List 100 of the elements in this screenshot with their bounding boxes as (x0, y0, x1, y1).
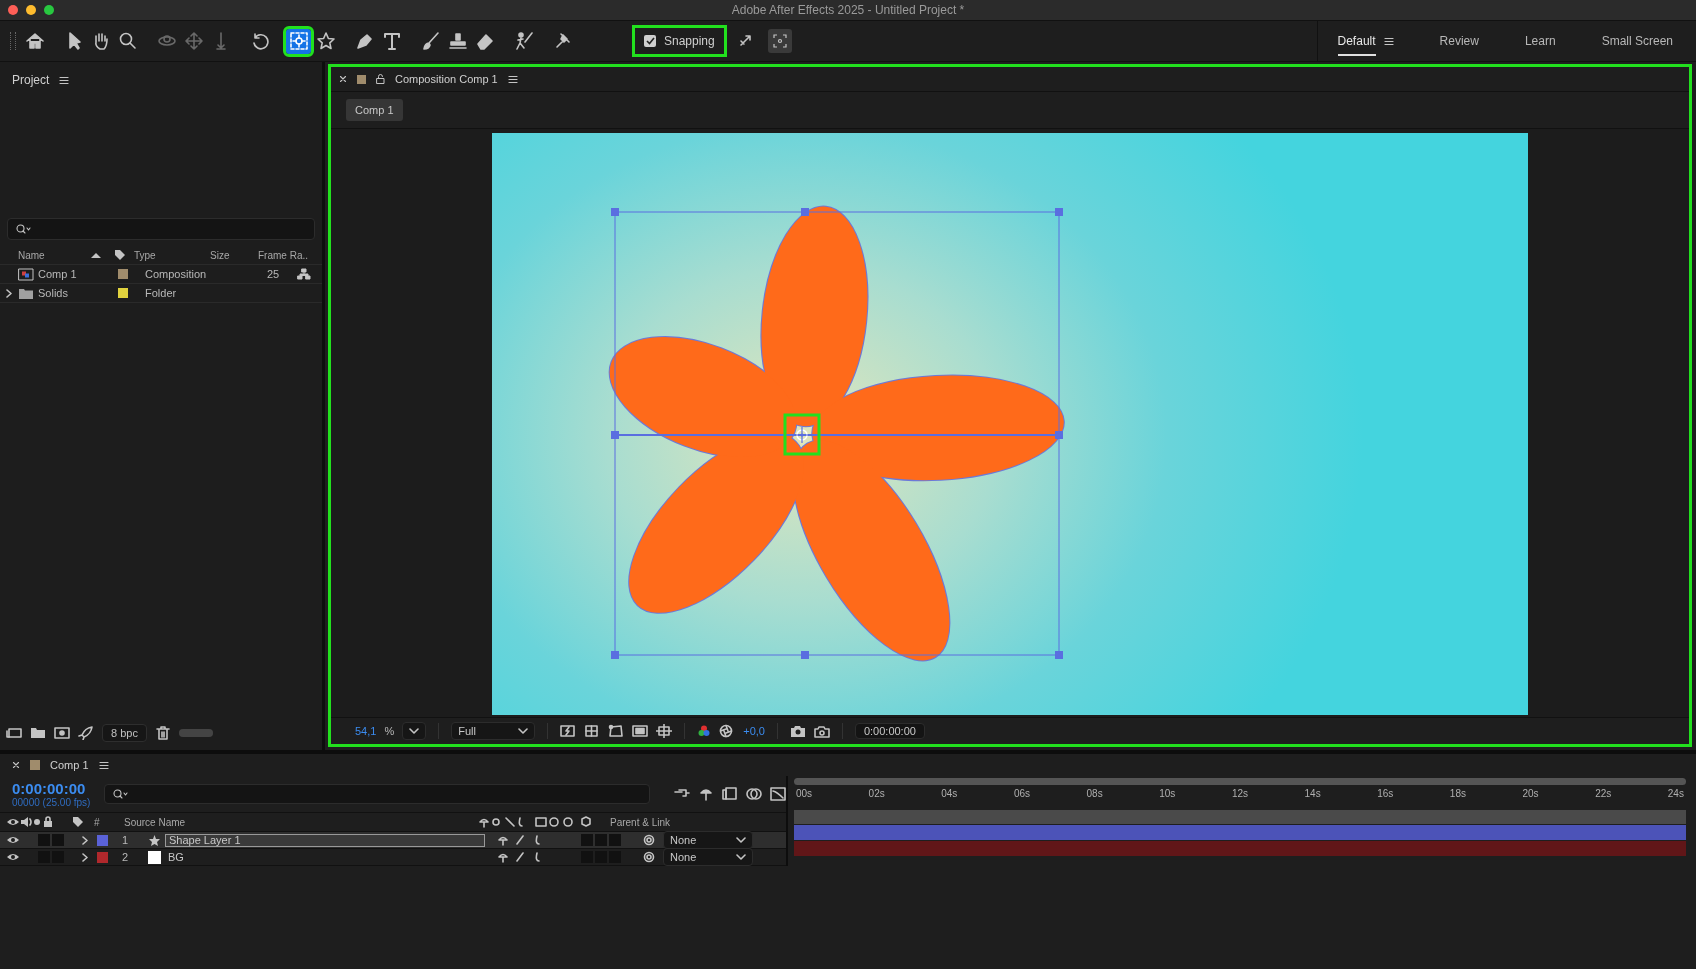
new-composition-icon[interactable] (54, 726, 70, 740)
time-ruler-label: 14s (1303, 788, 1322, 799)
time-ruler-label: 10s (1158, 788, 1177, 799)
layer-number: 1 (122, 834, 130, 846)
label-color-swatch[interactable] (97, 834, 108, 846)
fast-preview-icon[interactable] (560, 724, 577, 738)
time-ruler-label: 24s (1666, 788, 1685, 799)
switch-box[interactable] (609, 834, 621, 846)
draft-3d-icon[interactable] (698, 787, 714, 801)
zoom-value[interactable]: 54,1 (355, 725, 377, 737)
timecode-field[interactable]: 0:00:00:00 (854, 723, 925, 739)
menu-icon[interactable] (507, 74, 518, 84)
time-ruler-label: 00s (794, 788, 814, 799)
frame-blending-icon[interactable] (722, 787, 738, 801)
tool-button[interactable] (286, 28, 311, 54)
menu-icon[interactable] (59, 75, 70, 85)
mask-path-icon[interactable] (608, 724, 625, 738)
layer-row[interactable]: 2 BG None (0, 849, 786, 866)
switch-box[interactable] (581, 834, 593, 846)
comp-breadcrumb[interactable]: Comp 1 (346, 99, 403, 121)
column-header[interactable]: Parent & Link (610, 816, 671, 828)
interpret-footage-icon[interactable] (6, 726, 22, 740)
layer-name[interactable]: BG (165, 850, 485, 864)
transparency-grid-icon[interactable] (584, 724, 601, 738)
camera-icon[interactable] (789, 724, 806, 738)
guides-icon[interactable] (656, 724, 673, 738)
resolution-dropdown[interactable]: Full (451, 722, 536, 740)
lock-icon[interactable] (42, 816, 54, 828)
rocket-icon[interactable] (78, 726, 94, 740)
folder-icon[interactable] (30, 726, 46, 740)
region-of-interest-icon[interactable] (632, 724, 649, 738)
item-name[interactable]: Solids (34, 287, 118, 299)
switch-box[interactable] (595, 834, 607, 846)
search-field[interactable] (7, 218, 315, 240)
check-icon (645, 37, 655, 45)
trash-icon[interactable] (154, 726, 171, 740)
current-time-display[interactable]: 0:00:00:00 (12, 780, 91, 797)
show-snapshot-icon[interactable] (813, 724, 830, 738)
color-channels-icon[interactable] (697, 724, 712, 738)
label-color-swatch[interactable] (118, 269, 128, 279)
switch-box[interactable] (38, 834, 50, 846)
menu-icon[interactable] (1383, 36, 1394, 46)
column-header[interactable]: Source Name (124, 816, 478, 828)
close-icon[interactable] (12, 761, 20, 769)
layer-row[interactable]: 1 Shape Layer 1 None (0, 832, 786, 849)
column-header[interactable]: Name (18, 249, 90, 261)
tag-icon (72, 816, 84, 828)
solo-dot-icon[interactable] (32, 817, 42, 827)
zoom-dropdown[interactable] (402, 722, 427, 740)
column-header[interactable]: Type (134, 249, 210, 261)
chevron-right-icon[interactable] (6, 288, 12, 298)
eye-icon[interactable] (6, 835, 20, 845)
graph-editor-icon[interactable] (770, 787, 786, 801)
solid-swatch (148, 850, 161, 864)
caret-down-icon (736, 854, 746, 860)
workspace-tab[interactable]: Small Screen (1578, 26, 1696, 56)
workspace-tab[interactable]: Review (1416, 26, 1502, 56)
workspace-tab[interactable]: Learn (1501, 26, 1579, 56)
motion-blur-icon[interactable] (746, 787, 762, 801)
snapping-checkbox[interactable]: Snapping (635, 28, 724, 54)
workspace-tab[interactable]: Default (1337, 26, 1376, 56)
thumbnail-size-slider[interactable] (178, 729, 213, 737)
anchor-point-icon[interactable] (793, 426, 811, 444)
eye-icon[interactable] (6, 852, 20, 862)
column-header[interactable]: Frame Ra.. (258, 249, 308, 261)
search-icon (16, 224, 32, 234)
folder-icon (18, 286, 34, 300)
column-header[interactable]: Size (210, 249, 258, 261)
bit-depth-button[interactable]: 8 bpc (102, 724, 147, 742)
exposure-value[interactable]: +0,0 (743, 725, 765, 737)
lock-icon[interactable] (376, 74, 385, 84)
pick-whip-icon[interactable] (643, 851, 655, 863)
panel-title: Composition Comp 1 (395, 73, 498, 85)
column-header: # (94, 816, 101, 828)
caret-down-icon (409, 728, 420, 734)
item-name[interactable]: Comp 1 (34, 268, 118, 280)
speaker-icon[interactable] (20, 816, 32, 828)
layer-name[interactable]: Shape Layer 1 (165, 833, 485, 847)
caret-down-icon (518, 728, 529, 734)
snap-target-button[interactable] (767, 29, 792, 53)
item-frame-rate: 25 (267, 268, 281, 280)
pick-whip-icon[interactable] (643, 834, 655, 846)
time-ruler[interactable]: 00s 02s 04s 06s 08s 10s 12s 14s 16s 18s 20s 22s 24s (794, 776, 1686, 810)
frame-info: 00000 (25.00 fps) (12, 797, 91, 808)
stamp-icon (446, 30, 469, 52)
label-color-swatch[interactable] (97, 851, 108, 863)
switch-box[interactable] (52, 834, 64, 846)
label-color-swatch[interactable] (118, 288, 128, 298)
parent-dropdown[interactable]: None (663, 848, 753, 866)
menu-icon[interactable] (98, 760, 109, 770)
snap-arrow-icon[interactable] (737, 33, 754, 49)
time-ruler-label: 20s (1521, 788, 1540, 799)
close-icon[interactable] (339, 75, 347, 83)
item-type: Composition (145, 268, 208, 280)
search-field[interactable] (104, 784, 650, 804)
flowchart-icon[interactable] (297, 268, 311, 280)
composition-icon (18, 267, 34, 281)
time-ruler-label: 12s (1230, 788, 1249, 799)
parent-dropdown[interactable]: None (663, 831, 753, 849)
star-icon (148, 833, 161, 847)
